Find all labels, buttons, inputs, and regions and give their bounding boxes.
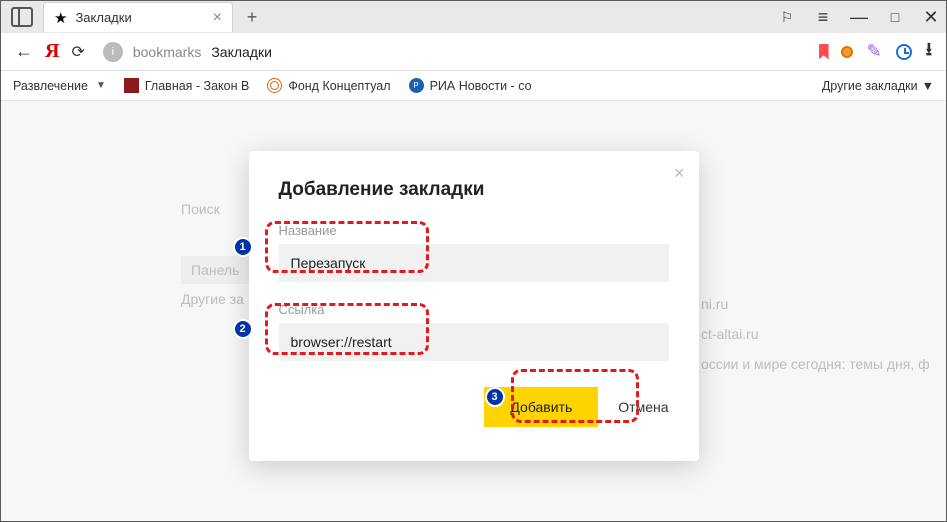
url-input[interactable] <box>279 323 669 361</box>
extension-clock-icon[interactable] <box>896 44 912 60</box>
tab-bar: ★ Закладки × + ⚐ ≡ — □ ✕ <box>1 1 946 33</box>
tab-bookmarks[interactable]: ★ Закладки × <box>43 2 233 32</box>
favicon-ria-icon: Р <box>409 78 424 93</box>
maximize-button[interactable]: □ <box>886 9 904 25</box>
bookmark-label: Развлечение <box>13 79 88 93</box>
address-segment-protocol: bookmarks <box>133 44 201 60</box>
back-button[interactable]: ← <box>15 41 33 62</box>
extension-dot-icon[interactable] <box>841 46 853 58</box>
downloads-icon[interactable]: ⭳ <box>926 37 932 67</box>
toolbar-extensions: ✎ ⭳ <box>841 37 932 67</box>
name-field-label: Название <box>279 223 669 238</box>
add-bookmark-dialog: × Добавление закладки Название Ссылка До… <box>249 151 699 461</box>
extension-feather-icon[interactable]: ✎ <box>867 41 882 62</box>
favicon-icon <box>124 78 139 93</box>
favicon-globe-icon <box>267 78 282 93</box>
chevron-down-icon: ▼ <box>922 79 934 93</box>
close-dialog-button[interactable]: × <box>674 163 685 184</box>
reload-button[interactable]: ⟳ <box>71 42 84 62</box>
sidebar-toggle-icon[interactable] <box>11 7 33 27</box>
star-icon: ★ <box>54 9 67 27</box>
modal-overlay: × Добавление закладки Название Ссылка До… <box>1 101 946 521</box>
url-field-label: Ссылка <box>279 302 669 317</box>
annotation-badge-2: 2 <box>233 319 253 339</box>
bookmark-item-fond[interactable]: Фонд Концептуал <box>267 78 390 93</box>
other-bookmarks[interactable]: Другие закладки ▼ <box>822 79 934 93</box>
bookmark-folder-entertainment[interactable]: Развлечение ▼ <box>13 79 106 93</box>
address-bar[interactable]: i bookmarks Закладки <box>97 42 807 62</box>
new-tab-button[interactable]: + <box>239 4 265 30</box>
other-bookmarks-label: Другие закладки <box>822 79 918 93</box>
bookmark-item-zakon[interactable]: Главная - Закон В <box>124 78 249 93</box>
reader-icon[interactable]: ⚐ <box>778 9 796 26</box>
yandex-home-icon[interactable]: Я <box>45 40 59 63</box>
minimize-button[interactable]: — <box>850 7 868 28</box>
address-segment-page: Закладки <box>211 44 272 60</box>
bookmark-label: Фонд Концептуал <box>288 79 390 93</box>
menu-icon[interactable]: ≡ <box>814 7 832 28</box>
chevron-down-icon: ▼ <box>96 80 106 91</box>
annotation-badge-3: 3 <box>485 387 505 407</box>
page-content: Поиск Панель Другие за ni.ru ct-altai.ru… <box>1 101 946 521</box>
browser-window: ★ Закладки × + ⚐ ≡ — □ ✕ ← Я ⟳ i bookmar… <box>0 0 947 522</box>
close-tab-icon[interactable]: × <box>213 9 222 27</box>
cancel-button[interactable]: Отмена <box>618 399 668 415</box>
dialog-actions: Добавить Отмена <box>279 387 669 427</box>
close-window-button[interactable]: ✕ <box>922 7 940 28</box>
name-input[interactable] <box>279 244 669 282</box>
bookmarks-bar: Развлечение ▼ Главная - Закон В Фонд Кон… <box>1 71 946 101</box>
bookmark-ribbon-icon[interactable] <box>819 44 829 60</box>
site-info-icon[interactable]: i <box>103 42 123 62</box>
bookmark-label: Главная - Закон В <box>145 79 249 93</box>
dialog-title: Добавление закладки <box>279 179 669 201</box>
tab-title: Закладки <box>75 10 204 25</box>
annotation-badge-1: 1 <box>233 237 253 257</box>
toolbar: ← Я ⟳ i bookmarks Закладки ✎ ⭳ <box>1 33 946 71</box>
bookmark-item-ria[interactable]: Р РИА Новости - со <box>409 78 532 93</box>
bookmark-label: РИА Новости - со <box>430 79 532 93</box>
window-controls: ⚐ ≡ — □ ✕ <box>778 1 940 33</box>
